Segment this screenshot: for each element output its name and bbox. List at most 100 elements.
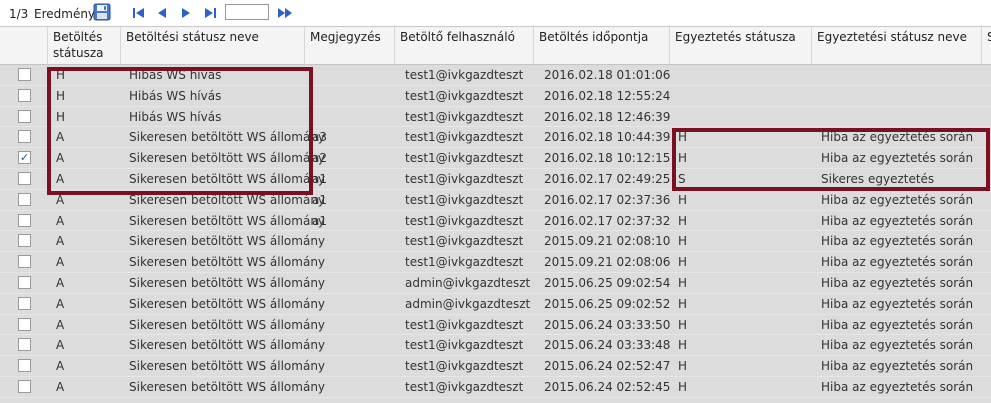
table-row[interactable]: H Hibás WS hívás test1@ivkgazdteszt 2016.02… [0,65,991,86]
table-row[interactable]: A Sikeresen betöltött WS állomány a1 test1@… [0,190,991,211]
row-checkbox[interactable] [18,192,31,206]
cell-load-time: 2016.02.18 12:55:24 [544,88,671,103]
table-row[interactable]: A Sikeresen betöltött WS állomány a3 test1@… [0,127,991,149]
table-row[interactable]: A Sikeresen betöltött WS állomány admin@iv… [0,294,991,315]
row-checkbox[interactable] [18,234,31,248]
cell-note: a3 [312,130,327,145]
row-checkbox[interactable] [18,130,31,144]
row-checkbox[interactable] [18,171,31,185]
cell-load-status: A [56,151,65,166]
header-note[interactable]: Megjegyzés [305,27,395,64]
header-load-time[interactable]: Betöltés időpontja [534,27,670,64]
header-reconciliation-status[interactable]: Egyeztetés státusza [670,27,812,64]
cell-load-time: 2016.02.17 02:37:36 [544,192,671,207]
table-row[interactable]: A Sikeresen betöltött WS állomány a1 test1@… [0,211,991,232]
cell-load-status: H [56,88,66,103]
prev-page-icon[interactable] [155,6,169,20]
row-checkbox[interactable] [18,88,31,102]
row-checkbox[interactable] [18,359,31,373]
cell-load-status-name: Hibás WS hívás [129,88,222,103]
result-label: Eredmény [34,7,96,21]
table-row[interactable]: A Sikeresen betöltött WS állomány test1@iv… [0,335,991,357]
cell-load-time: 2016.02.18 10:12:15 [544,151,671,166]
cell-load-status-name: Sikeresen betöltött WS állomány [129,192,326,207]
cell-reconciliation-status-name: Hiba az egyeztetés során [821,192,974,207]
cell-reconciliation-status-name: Hiba az egyeztetés során [821,234,974,249]
cell-loader-user: test1@ivkgazdteszt [405,317,524,332]
cell-load-status: A [56,255,65,270]
table-row[interactable]: A Sikeresen betöltött WS állomány test1@iv… [0,231,991,253]
header-load-status-name[interactable]: Betöltési státusz neve [121,27,305,64]
cell-loader-user: test1@ivkgazdteszt [405,234,524,249]
cell-reconciliation-status: H [678,130,688,145]
cell-load-status-name: Sikeresen betöltött WS állomány [129,255,326,270]
table-row[interactable]: A Sikeresen betöltött WS állomány test1@iv… [0,377,991,398]
cell-reconciliation-status-name: Hiba az egyeztetés során [821,130,974,145]
row-checkbox[interactable] [18,296,31,310]
cell-load-time: 2015.06.25 09:02:54 [544,275,671,290]
cell-reconciliation-status: H [678,192,688,207]
cell-loader-user: test1@ivkgazdteszt [405,359,524,374]
cell-load-status: A [56,171,65,186]
row-checkbox[interactable] [18,338,31,352]
cell-load-time: 2015.06.24 03:33:50 [544,317,671,332]
toolbar: 1/3 Eredmény [0,0,991,27]
table-header: Betöltés státusza Betöltési státusz neve… [0,27,991,65]
cell-load-status: H [56,68,66,82]
cell-reconciliation-status: H [678,359,688,374]
cell-loader-user: test1@ivkgazdteszt [405,213,524,228]
header-loader-user[interactable]: Betöltő felhasználó [395,27,534,64]
table-row[interactable]: A Sikeresen betöltött WS állomány a1 test1@… [0,169,991,190]
table-row[interactable]: A Sikeresen betöltött WS állomány test1@iv… [0,315,991,336]
cell-load-status: A [56,379,65,394]
row-checkbox[interactable] [18,317,31,331]
cell-load-status-name: Sikeresen betöltött WS állomány [129,151,326,166]
next-page-icon[interactable] [179,6,193,20]
cell-reconciliation-status-name: Hiba az egyeztetés során [821,255,974,270]
cell-load-status: A [56,213,65,228]
cell-load-status-name: Hibás WS hívás [129,109,222,124]
cell-load-status-name: Hibás WS hívás [129,68,222,82]
table-row[interactable]: A Sikeresen betöltött WS állomány admin@iv… [0,273,991,294]
cell-reconciliation-status: H [678,296,688,311]
cell-reconciliation-status: H [678,317,688,332]
table-row[interactable]: A Sikeresen betöltött WS állomány test1@iv… [0,252,991,273]
row-checkbox[interactable] [18,255,31,269]
page-number-input[interactable] [225,4,269,20]
header-truncated-column[interactable]: S [982,27,991,64]
row-checkbox[interactable] [18,275,31,289]
header-load-status[interactable]: Betöltés státusza [48,27,121,64]
first-page-icon[interactable] [132,6,146,20]
row-checkbox[interactable] [18,213,31,227]
page-indicator: 1/3 [9,7,29,21]
cell-loader-user: test1@ivkgazdteszt [405,171,524,186]
table-row[interactable]: A Sikeresen betöltött WS állomány test1@iv… [0,356,991,377]
table-row[interactable]: ✓ A Sikeresen betöltött WS állomány a2 test1… [0,148,991,169]
cell-loader-user: admin@ivkgazdteszt [405,296,531,311]
row-checkbox[interactable] [18,109,31,123]
cell-loader-user: test1@ivkgazdteszt [405,109,524,124]
row-checkbox[interactable] [18,379,31,393]
last-page-icon[interactable] [203,6,217,20]
cell-reconciliation-status-name: Hiba az egyeztetés során [821,338,974,353]
cell-load-time: 2015.06.25 09:02:52 [544,296,671,311]
header-select-column [0,27,48,64]
save-icon[interactable] [93,3,111,21]
cell-reconciliation-status-name: Hiba az egyeztetés során [821,379,974,394]
cell-reconciliation-status-name: Sikeres egyeztetés [821,171,935,186]
row-checkbox[interactable] [18,68,31,81]
header-reconciliation-status-name[interactable]: Egyeztetési státusz neve [812,27,982,64]
cell-loader-user: test1@ivkgazdteszt [405,130,524,145]
cell-load-status-name: Sikeresen betöltött WS állomány [129,379,326,394]
cell-load-time: 2015.09.21 02:08:10 [544,234,671,249]
go-icon[interactable] [276,6,294,20]
cell-loader-user: test1@ivkgazdteszt [405,338,524,353]
cell-load-status: A [56,359,65,374]
table-row[interactable]: H Hibás WS hívás test1@ivkgazdteszt 2016.02… [0,107,991,128]
cell-reconciliation-status-name: Hiba az egyeztetés során [821,296,974,311]
cell-load-status-name: Sikeresen betöltött WS állomány [129,213,326,228]
row-checkbox[interactable]: ✓ [18,151,31,165]
cell-reconciliation-status-name: Hiba az egyeztetés során [821,213,974,228]
table-row[interactable]: H Hibás WS hívás test1@ivkgazdteszt 2016.02… [0,86,991,107]
cell-load-time: 2015.06.24 02:52:45 [544,379,671,394]
